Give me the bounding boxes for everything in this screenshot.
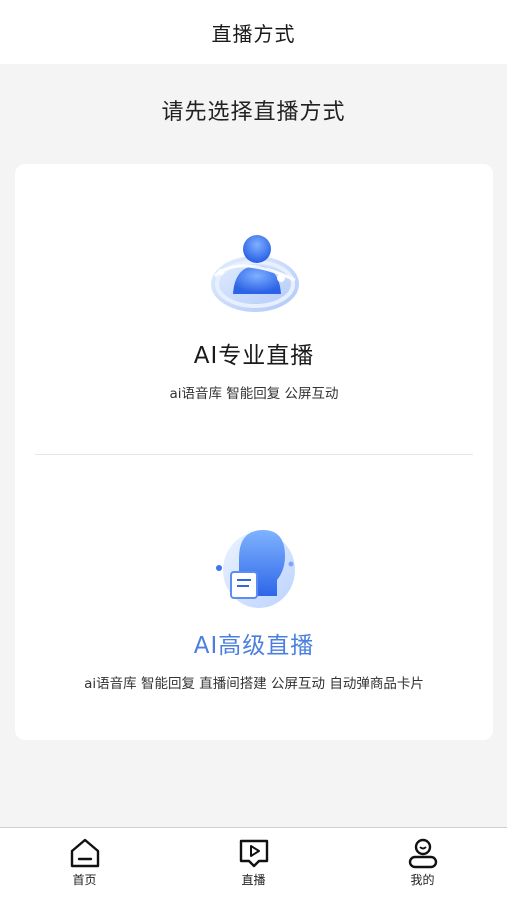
ai-avatar-orbit-icon xyxy=(211,235,299,312)
option-title: AI高级直播 xyxy=(193,633,315,659)
option-title: AI专业直播 xyxy=(193,343,315,369)
page-title: 直播方式 xyxy=(211,21,296,46)
option-description: ai语音库 智能回复 公屏互动 xyxy=(169,386,339,402)
tab-live[interactable]: 直播 xyxy=(169,828,338,900)
home-icon xyxy=(70,838,99,868)
option-ai-professional-live[interactable]: AI专业直播 ai语音库 智能回复 公屏互动 xyxy=(15,214,493,402)
tab-label: 我的 xyxy=(410,873,435,887)
selection-prompt: 请先选择直播方式 xyxy=(161,100,346,125)
top-bar: 直播方式 xyxy=(0,0,507,64)
tab-label: 首页 xyxy=(72,873,97,887)
user-icon xyxy=(408,838,437,869)
bottom-tab-bar: 首页 直播 我的 xyxy=(0,827,507,900)
option-description: ai语音库 智能回复 直播间搭建 公屏互动 自动弹商品卡片 xyxy=(84,676,424,692)
live-play-icon xyxy=(239,839,268,868)
ai-head-profile-icon xyxy=(216,530,295,608)
tab-label: 直播 xyxy=(241,873,266,887)
live-mode-card: AI专业直播 ai语音库 智能回复 公屏互动 AI高级直播 ai语音库 智能回复… xyxy=(15,164,493,740)
divider xyxy=(35,454,473,455)
option-ai-advanced-live[interactable]: AI高级直播 ai语音库 智能回复 直播间搭建 公屏互动 自动弹商品卡片 xyxy=(15,508,493,692)
tab-home[interactable]: 首页 xyxy=(0,828,169,900)
tab-mine[interactable]: 我的 xyxy=(338,828,507,900)
